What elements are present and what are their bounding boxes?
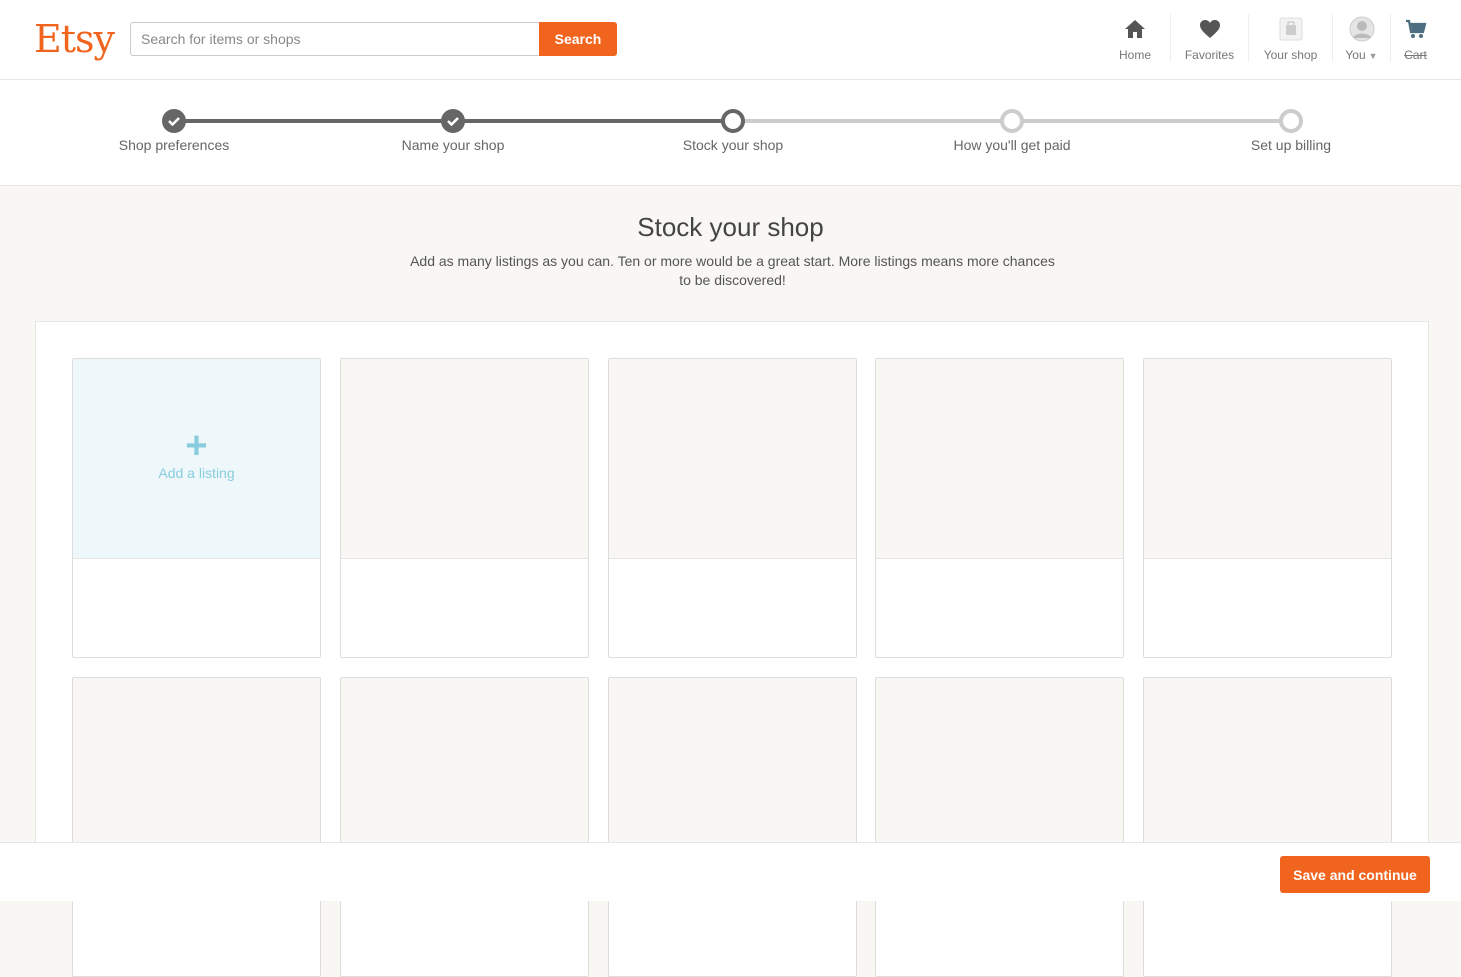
step-label-set-up-billing: Set up billing (1250, 137, 1332, 153)
search-button[interactable]: Search (539, 22, 617, 56)
step-5-dot (1279, 109, 1303, 133)
listing-placeholder (875, 677, 1124, 977)
footer-bar: Save and continue (0, 842, 1461, 901)
listing-placeholder (875, 358, 1124, 658)
nav-home-label: Home (1118, 48, 1151, 62)
top-header: Etsy Search Home Favorites Your shop (0, 0, 1461, 80)
listing-placeholder (72, 677, 321, 977)
step-label-get-paid: How you'll get paid (953, 137, 1071, 153)
save-and-continue-button[interactable]: Save and continue (1280, 856, 1430, 893)
add-listing-label: Add a listing (158, 464, 235, 481)
nav-home[interactable]: Home (1100, 14, 1170, 62)
step-label-stock-your-shop: Stock your shop (682, 137, 784, 153)
listing-placeholder (340, 358, 589, 658)
nav-cart-label: Cart (1404, 48, 1427, 62)
add-listing-card[interactable]: + Add a listing (72, 358, 321, 658)
step-label-name-your-shop[interactable]: Name your shop (343, 137, 563, 153)
cart-icon (1405, 16, 1427, 42)
listing-placeholder-image (341, 359, 588, 559)
search-input[interactable] (130, 22, 539, 56)
search-bar: Search (130, 22, 617, 56)
home-icon (1124, 16, 1146, 42)
nav-you[interactable]: You ▼ (1332, 14, 1390, 62)
listing-placeholder-image (1144, 359, 1391, 559)
listing-placeholder-image (876, 359, 1123, 559)
step-2-check-icon (441, 109, 465, 133)
etsy-logo[interactable]: Etsy (34, 14, 115, 64)
listing-placeholder (1143, 358, 1392, 658)
step-3-current-dot (721, 109, 745, 133)
plus-icon: + (185, 424, 208, 467)
listing-placeholder (340, 677, 589, 977)
page-title: Stock your shop (637, 212, 824, 242)
listing-placeholder (608, 677, 857, 977)
nav-you-label: You ▼ (1345, 48, 1377, 62)
nav-you-text: You (1345, 48, 1366, 62)
page-subtitle: Add as many listings as you can. Ten or … (410, 253, 1055, 288)
nav-cart[interactable]: Cart (1390, 14, 1440, 62)
listings-panel: + Add a listing (35, 321, 1429, 977)
nav-favorites[interactable]: Favorites (1170, 14, 1248, 62)
caret-down-icon: ▼ (1368, 51, 1378, 61)
onboarding-progress: Shop preferences Name your shop Stock yo… (0, 80, 1461, 186)
nav-your-shop-label: Your shop (1263, 48, 1318, 62)
shop-icon (1279, 16, 1303, 42)
avatar-icon (1349, 16, 1375, 42)
step-1-check-icon (162, 109, 186, 133)
listing-placeholder (1143, 677, 1392, 977)
nav-favorites-label: Favorites (1184, 48, 1235, 62)
header-nav: Home Favorites Your shop You ▼ Cart (1100, 14, 1440, 66)
heart-icon (1199, 16, 1221, 42)
nav-your-shop[interactable]: Your shop (1248, 14, 1332, 62)
add-listing-area[interactable]: + Add a listing (73, 359, 320, 559)
step-4-dot (1000, 109, 1024, 133)
listing-placeholder-image (609, 359, 856, 559)
step-label-shop-preferences[interactable]: Shop preferences (64, 137, 284, 153)
listing-placeholder (608, 358, 857, 658)
